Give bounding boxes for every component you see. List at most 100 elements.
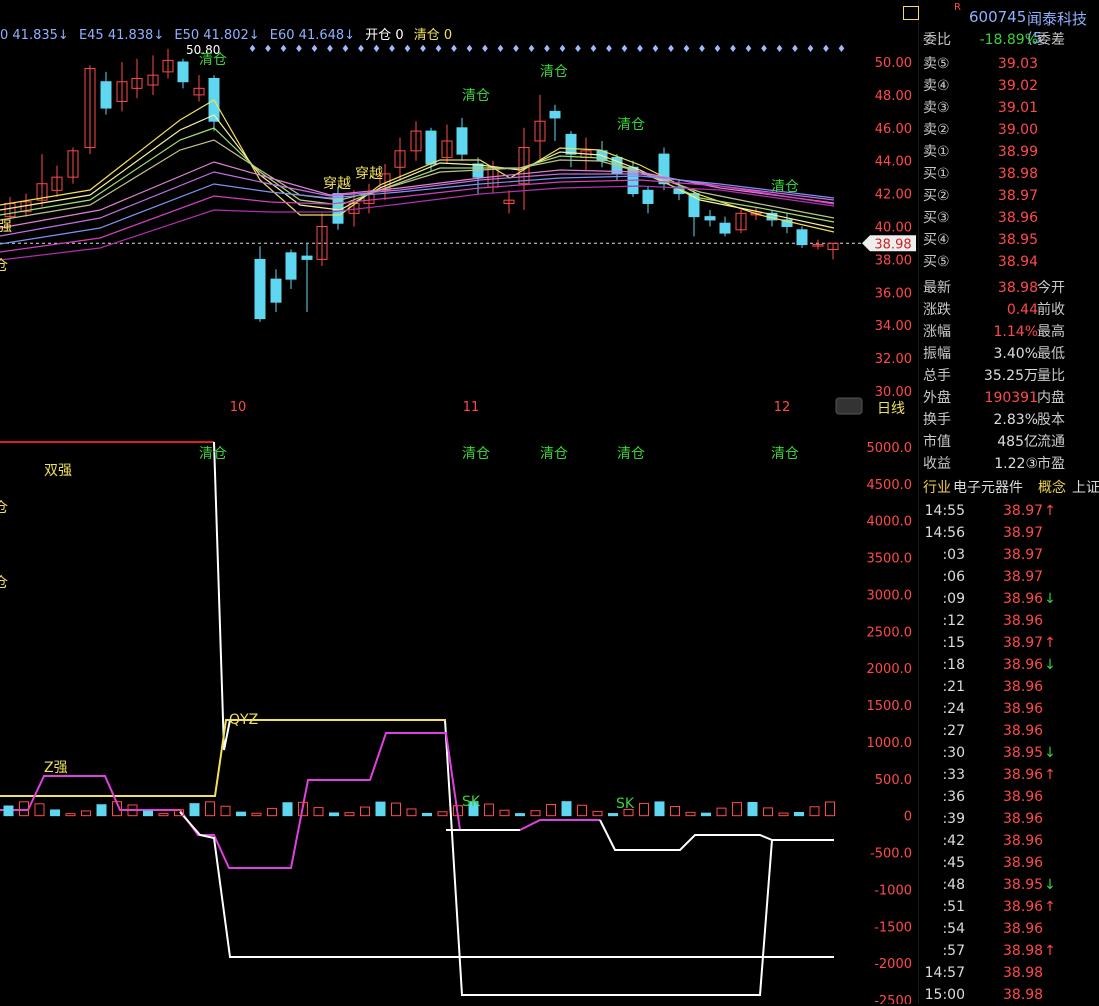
indicator-axis-label: 1000.0 [867, 736, 913, 751]
signal-dot: ♦ [698, 44, 707, 55]
tick-price: 38.95 [1003, 877, 1044, 893]
indicator-axis-label: 5000.0 [867, 441, 913, 456]
signal-dot: ♦ [713, 44, 722, 55]
indicator-bar [670, 806, 680, 817]
stats-row: 外盘 190391 内盘 [919, 387, 1099, 409]
tick-direction-icon: ↑ [1044, 767, 1056, 783]
signal-dot: ♦ [574, 44, 583, 55]
z-strong-label: Z强 [44, 760, 68, 776]
indicator-bar [747, 801, 758, 817]
stats-row: 换手 2.83% 股本 [919, 409, 1099, 431]
ma-line [0, 185, 835, 261]
tick-price: 38.96 [1003, 701, 1044, 717]
stock-header: R 600745 闻泰科技(5 [903, 2, 1099, 47]
stat-value: 0.44 [1006, 302, 1038, 318]
clear-signal-ind-2: 清仓 [462, 446, 490, 462]
tick-price: 38.97 [1003, 525, 1044, 541]
indicator-bar [360, 806, 370, 817]
signal-dot: ♦ [419, 44, 428, 55]
stat-label: 涨跌 [923, 302, 951, 318]
indicator-axis-label: 1500.0 [867, 699, 913, 714]
month-label: 10 [230, 400, 247, 415]
quote-panel: R 600745 闻泰科技(5 委比 -18.89% 委差 卖⑤ 39.03 卖④ 3… [903, 0, 1099, 1006]
tick-price: 38.96 [1003, 767, 1044, 783]
candle-body [796, 229, 808, 246]
candle-body [100, 81, 112, 109]
candle-body [565, 133, 577, 155]
industry-value: 电子元器件 [953, 480, 1023, 496]
tick-row: :12 38.96 [919, 610, 1099, 632]
signal-dot: ♦ [636, 44, 645, 55]
order-book-row: 买③ 38.96 [919, 207, 1099, 229]
stat-label: 振幅 [923, 346, 951, 362]
signal-dot: ♦ [434, 44, 443, 55]
tick-row: 14:56 38.97 [919, 522, 1099, 544]
stat-label: 外盘 [923, 390, 951, 406]
indicator-bar [763, 807, 773, 817]
tick-price: 38.97 [1003, 635, 1044, 651]
indicator-bar [96, 804, 107, 817]
indicator-white-line-1 [213, 441, 834, 996]
indicator-bar [251, 812, 262, 817]
clear-signal-ind-4: 清仓 [617, 446, 645, 462]
tick-row: :54 38.96 [919, 918, 1099, 940]
order-book-row: 买⑤ 38.94 [919, 251, 1099, 273]
tick-direction-icon: ↓ [1044, 591, 1056, 607]
tick-row: 15:00 38.98 [919, 984, 1099, 1006]
tick-time: :30 [942, 745, 965, 761]
period-daily-label[interactable]: 日线 [877, 398, 905, 418]
order-book-row: 买④ 38.95 [919, 229, 1099, 251]
tick-price: 38.97 [1003, 547, 1044, 563]
cang-label-left: 仓 [0, 258, 8, 274]
signal-dot: ♦ [326, 44, 335, 55]
tick-row: :21 38.96 [919, 676, 1099, 698]
indicator-axis-label: 3500.0 [867, 552, 913, 567]
indicator-bar [546, 804, 556, 817]
order-level-price: 39.02 [997, 78, 1038, 94]
indicator-white-line-3 [599, 819, 773, 851]
tick-row: :09 38.96↓ [919, 588, 1099, 610]
signal-dot: ♦ [481, 44, 490, 55]
signal-dot: ♦ [248, 44, 257, 55]
indicator-bar [50, 809, 60, 817]
signal-dot: ♦ [682, 44, 691, 55]
tick-time: :51 [942, 899, 965, 915]
signal-dot: ♦ [605, 44, 614, 55]
tick-price: 38.98 [1003, 943, 1044, 959]
cang-label-ind-1: 仓 [0, 500, 8, 516]
signal-dot: ♦ [357, 44, 366, 55]
ma-line [0, 171, 835, 237]
order-level-label: 买④ [923, 232, 950, 248]
candle-body [456, 127, 468, 155]
tick-time: :03 [942, 547, 965, 563]
indicator-bar [81, 810, 91, 817]
tick-row: :39 38.96 [919, 808, 1099, 830]
indicator-bar [561, 801, 572, 817]
candle-body [254, 258, 266, 320]
tick-row: :30 38.95↓ [919, 742, 1099, 764]
qyz-label: QYZ [229, 712, 259, 728]
stock-code: 600745 [969, 8, 1027, 26]
tick-time: :21 [942, 679, 965, 695]
signal-dot: ♦ [837, 44, 846, 55]
window-toggle-icon[interactable] [903, 6, 919, 20]
chart-area[interactable]: 0 41.835↓ E45 41.838↓ E50 41.802↓ E60 41… [0, 0, 918, 1004]
stats-row: 市值 485亿 流通 [919, 431, 1099, 453]
order-book-row: 卖⑤ 39.03 [919, 53, 1099, 75]
indicator-bar [608, 813, 618, 817]
signal-dot: ♦ [667, 44, 676, 55]
tick-direction-icon: ↑ [1044, 635, 1056, 651]
indicator-bar [406, 808, 417, 817]
stats-row: 涨幅 1.14% 最高 [919, 321, 1099, 343]
tick-time: 14:55 [924, 503, 965, 519]
signal-dot: ♦ [543, 44, 552, 55]
order-level-label: 卖⑤ [923, 56, 950, 72]
signal-dot: ♦ [388, 44, 397, 55]
kline-chart[interactable]: 50.00 48.00 46.00 44.00 42.00 40.00 38.00 36.00… [0, 0, 918, 1004]
weibi-row: 委比 -18.89% 委差 [919, 29, 1099, 51]
order-book-row: 卖④ 39.02 [919, 75, 1099, 97]
order-book-row: 买① 38.98 [919, 163, 1099, 185]
price-axis-label: 32.00 [875, 352, 912, 367]
sk-signal-1: SK [462, 794, 481, 810]
signal-dot: ♦ [403, 44, 412, 55]
